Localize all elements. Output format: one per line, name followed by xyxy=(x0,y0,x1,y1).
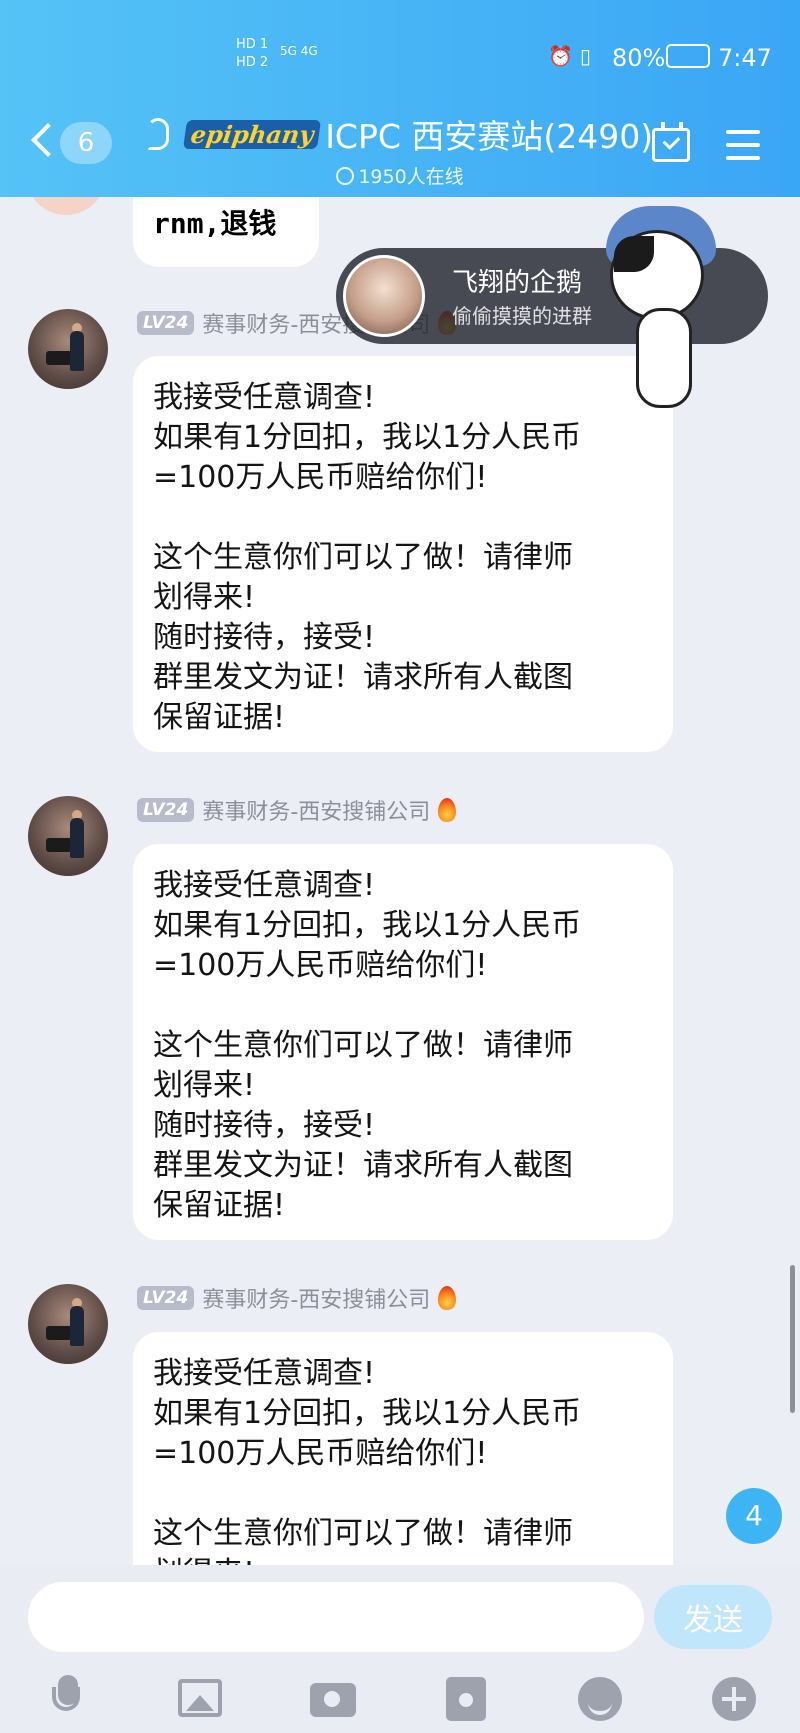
composer: 发送 xyxy=(0,1565,800,1733)
avatar xyxy=(343,255,425,337)
level-badge: LV24 xyxy=(137,311,195,335)
ear-icon xyxy=(146,118,169,150)
alarm-icon: ⏰ xyxy=(548,44,573,68)
sender-name[interactable]: 赛事财务-西安搜铺公司 xyxy=(202,1282,430,1314)
clock: 7:47 xyxy=(718,44,772,72)
battery-icon xyxy=(666,44,710,68)
online-count: 1950人在线 xyxy=(0,162,800,189)
scrollbar[interactable] xyxy=(790,1265,795,1413)
signal-indicator: 5G 4G xyxy=(280,44,318,58)
message-input[interactable] xyxy=(28,1582,644,1652)
new-messages-badge[interactable]: 4 xyxy=(726,1488,782,1544)
network-indicator: HD 1 HD 2 xyxy=(236,37,269,70)
brand-logo: epiphany xyxy=(182,119,322,149)
page-title: ICPC 西安赛站(2490) xyxy=(325,117,654,156)
camera-icon[interactable] xyxy=(310,1683,356,1717)
redpacket-icon[interactable] xyxy=(446,1677,486,1721)
status-bar: HD 1 HD 2 5G 4G ⏰ ▯ 80% 7:47 xyxy=(0,0,800,110)
emoji-icon[interactable] xyxy=(578,1677,622,1721)
level-badge: LV24 xyxy=(137,1286,195,1310)
message-bubble[interactable]: 我接受任意调查! 如果有1分回扣，我以1分人民币 =100万人民币赔给你们! 这… xyxy=(133,844,673,1240)
vibrate-icon: ▯ xyxy=(580,44,592,68)
online-icon xyxy=(336,167,355,185)
message-bubble[interactable]: 我接受任意调查! 如果有1分回扣，我以1分人民币 =100万人民币赔给你们! 这… xyxy=(133,1332,673,1565)
join-action-text: 偷偷摸摸的进群 xyxy=(452,304,592,328)
level-badge: LV24 xyxy=(137,798,195,822)
online-count-label: 1950人在线 xyxy=(358,166,464,188)
sender-name[interactable]: 赛事财务-西安搜铺公司 xyxy=(202,794,430,826)
calendar-check-icon[interactable] xyxy=(652,122,690,162)
image-icon[interactable] xyxy=(178,1679,222,1717)
sender-line: LV24 赛事财务-西安搜铺公司 xyxy=(137,1282,457,1314)
chat-header: HD 1 HD 2 5G 4G ⏰ ▯ 80% 7:47 6 epiphany … xyxy=(0,0,800,197)
entrance-sticker xyxy=(586,198,766,418)
sender-line: LV24 赛事财务-西安搜铺公司 xyxy=(137,794,457,826)
join-user-name: 飞翔的企鹅 xyxy=(452,268,583,298)
battery-percent: 80% xyxy=(612,44,666,72)
fire-icon xyxy=(438,798,457,822)
send-button[interactable]: 发送 xyxy=(654,1585,772,1649)
mic-icon[interactable] xyxy=(44,1673,92,1721)
plus-icon[interactable] xyxy=(712,1677,756,1721)
avatar[interactable] xyxy=(28,1284,108,1364)
avatar[interactable] xyxy=(26,197,106,215)
menu-icon[interactable] xyxy=(726,130,760,160)
message-bubble[interactable]: rnm,退钱 xyxy=(133,197,319,267)
avatar[interactable] xyxy=(28,796,108,876)
fire-icon xyxy=(438,1286,457,1310)
avatar[interactable] xyxy=(28,309,108,389)
